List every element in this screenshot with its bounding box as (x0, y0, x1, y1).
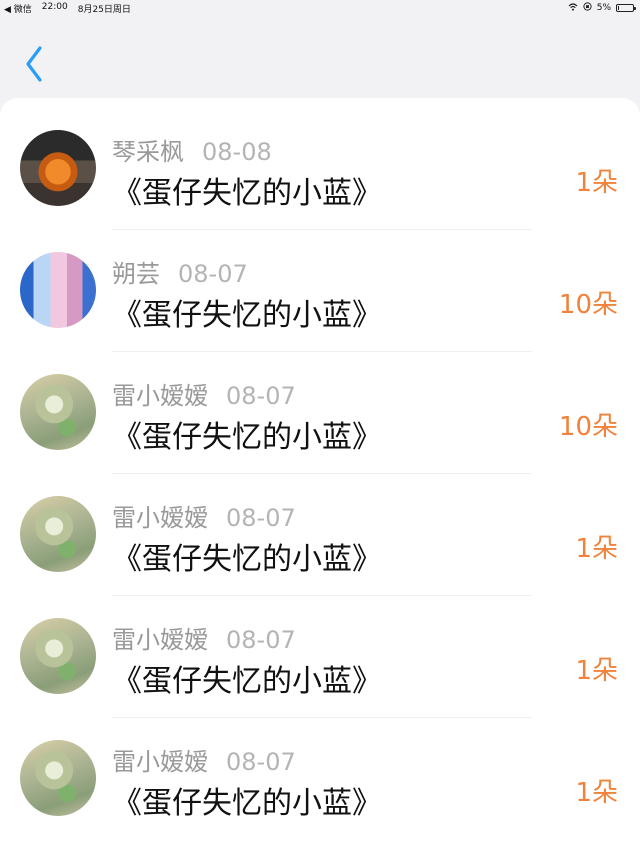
user-name: 琴采枫 (112, 138, 184, 166)
record-date: 08-07 (178, 260, 248, 288)
chevron-left-icon (26, 46, 42, 82)
work-title: 《蛋仔失忆的小蓝》 (112, 298, 382, 333)
user-name: 雷小嫒嫒 (112, 504, 208, 532)
gift-record-list: 琴采枫 08-08 《蛋仔失忆的小蓝》 1朵 朔芸 08-07 《蛋仔失忆的小蓝》 … (0, 98, 640, 858)
flower-count: 10朵 (558, 412, 618, 442)
list-item[interactable]: 雷小嫒嫒 08-07 《蛋仔失忆的小蓝》 1朵 (0, 464, 640, 596)
avatar[interactable] (20, 130, 96, 206)
wifi-icon (568, 2, 578, 14)
status-bar: ◀ 微信 22:00 8月25日周日 5% (0, 0, 640, 16)
back-button[interactable] (20, 44, 50, 84)
battery-level (618, 6, 619, 10)
back-to-app-link[interactable]: ◀ 微信 (4, 2, 32, 15)
user-name: 朔芸 (112, 260, 160, 288)
work-title: 《蛋仔失忆的小蓝》 (112, 664, 382, 699)
battery-percent: 5% (596, 3, 611, 13)
avatar[interactable] (20, 252, 96, 328)
list-item[interactable]: 琴采枫 08-08 《蛋仔失忆的小蓝》 1朵 (0, 98, 640, 230)
user-name: 雷小嫒嫒 (112, 626, 208, 654)
orientation-lock-icon (583, 2, 592, 14)
avatar[interactable] (20, 740, 96, 816)
status-bar-right: 5% (568, 2, 636, 14)
record-date: 08-08 (202, 138, 272, 166)
flower-count: 10朵 (558, 290, 618, 320)
work-title: 《蛋仔失忆的小蓝》 (112, 786, 382, 821)
user-name-line: 雷小嫒嫒 08-07 (112, 620, 296, 655)
flower-count: 1朵 (575, 778, 618, 808)
user-name: 雷小嫒嫒 (112, 382, 208, 410)
flower-count: 1朵 (575, 168, 618, 198)
user-name: 雷小嫒嫒 (112, 748, 208, 776)
user-name-line: 琴采枫 08-08 (112, 132, 272, 167)
list-item[interactable]: 雷小嫒嫒 08-07 《蛋仔失忆的小蓝》 1朵 (0, 708, 640, 830)
user-name-line: 雷小嫒嫒 08-07 (112, 376, 296, 411)
record-date: 08-07 (226, 382, 296, 410)
user-name-line: 雷小嫒嫒 08-07 (112, 742, 296, 777)
list-item[interactable]: 雷小嫒嫒 08-07 《蛋仔失忆的小蓝》 10朵 (0, 342, 640, 474)
list-item[interactable]: 雷小嫒嫒 08-07 《蛋仔失忆的小蓝》 1朵 (0, 586, 640, 718)
status-date: 8月25日周日 (77, 5, 131, 15)
work-title: 《蛋仔失忆的小蓝》 (112, 420, 382, 455)
list-item[interactable]: 朔芸 08-07 《蛋仔失忆的小蓝》 10朵 (0, 220, 640, 352)
flower-count: 1朵 (575, 656, 618, 686)
battery-icon (616, 4, 636, 12)
avatar[interactable] (20, 618, 96, 694)
nav-bar (0, 16, 640, 98)
record-date: 08-07 (226, 504, 296, 532)
work-title: 《蛋仔失忆的小蓝》 (112, 176, 382, 211)
status-bar-left: ◀ 微信 22:00 8月25日周日 (4, 2, 131, 15)
user-name-line: 雷小嫒嫒 08-07 (112, 498, 296, 533)
user-name-line: 朔芸 08-07 (112, 254, 248, 289)
flower-count: 1朵 (575, 534, 618, 564)
record-date: 08-07 (226, 748, 296, 776)
avatar[interactable] (20, 374, 96, 450)
record-date: 08-07 (226, 626, 296, 654)
avatar[interactable] (20, 496, 96, 572)
status-time: 22:00 (41, 2, 68, 12)
work-title: 《蛋仔失忆的小蓝》 (112, 542, 382, 577)
